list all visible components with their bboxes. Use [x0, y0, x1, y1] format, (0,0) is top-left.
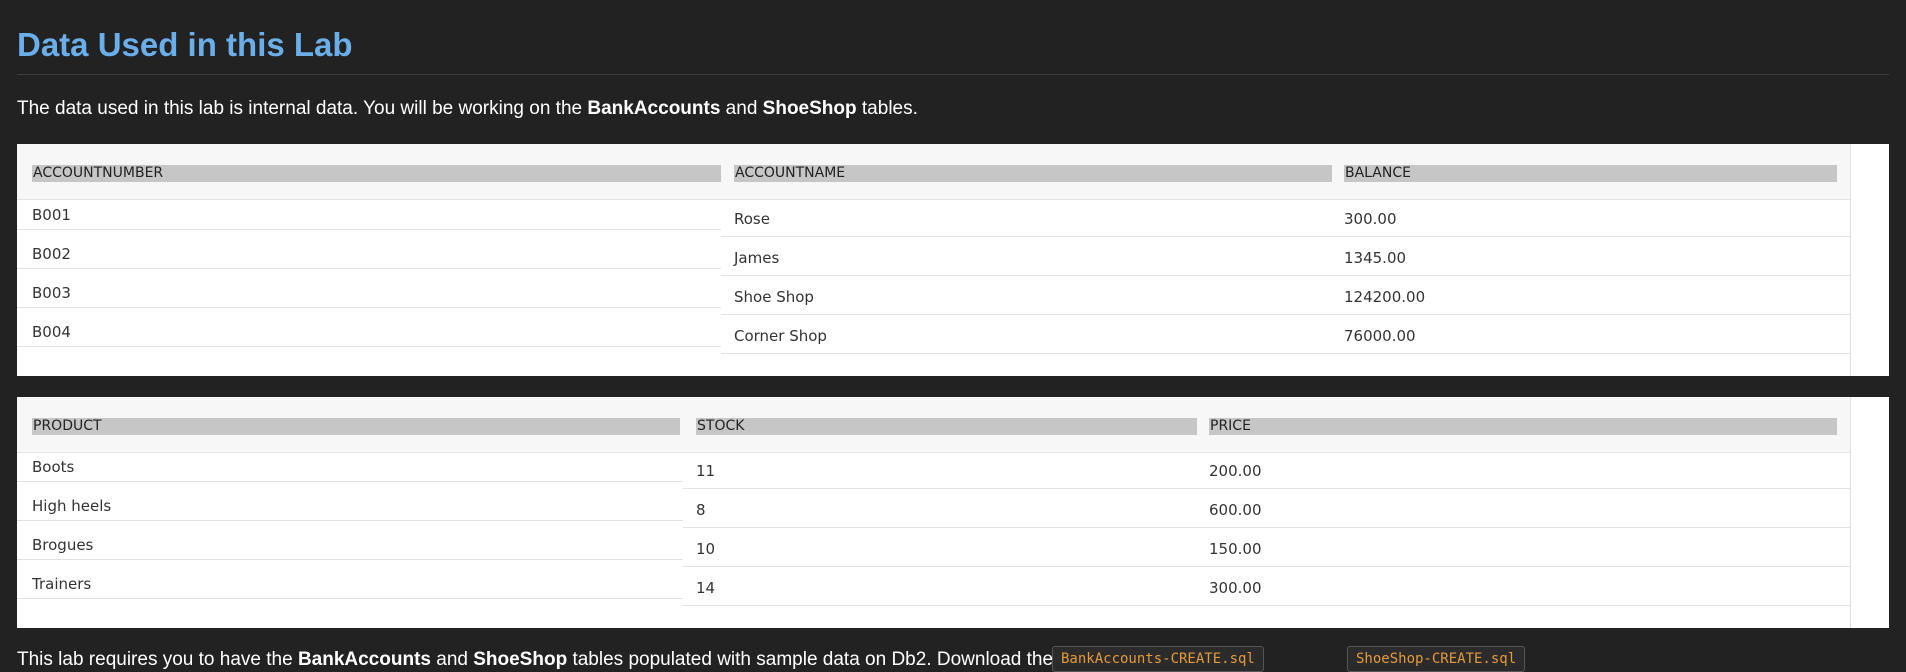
row-divider — [17, 307, 721, 308]
footer-text: and — [430, 649, 474, 670]
row-divider — [17, 481, 683, 482]
row-divider — [17, 268, 721, 269]
footer-text: tables populated with sample data on Db2… — [567, 649, 1054, 670]
table-cell: Brogues — [32, 536, 94, 554]
shoeshop-create-sql-link[interactable]: ShoeShop-CREATE.sql — [1347, 646, 1526, 672]
table-cell: High heels — [32, 497, 112, 515]
table-cell: 11 — [696, 462, 716, 480]
table-cell: 150.00 — [1209, 540, 1262, 558]
row-divider — [721, 275, 1851, 276]
bank-accounts-table: ACCOUNTNUMBER ACCOUNTNAME BALANCE B001 B… — [17, 144, 1889, 376]
table-cell: B003 — [32, 284, 71, 302]
column-header-product[interactable]: PRODUCT — [32, 418, 680, 435]
row-divider — [721, 236, 1851, 237]
table-cell: 8 — [696, 501, 706, 519]
table-cell: Boots — [32, 458, 75, 476]
table-cell: 124200.00 — [1344, 288, 1426, 306]
table-cell: 300.00 — [1344, 210, 1397, 228]
bankaccounts-create-sql-link[interactable]: BankAccounts-CREATE.sql — [1052, 646, 1264, 672]
footer-bold-shoeshop: ShoeShop — [473, 649, 568, 670]
table-cell: 10 — [696, 540, 716, 558]
row-divider — [721, 353, 1851, 354]
table-cell: 600.00 — [1209, 501, 1262, 519]
column-header-price[interactable]: PRICE — [1209, 418, 1837, 435]
column-header-accountname[interactable]: ACCOUNTNAME — [734, 165, 1332, 182]
row-divider — [17, 559, 683, 560]
setup-paragraph: This lab requires you to have the BankAc… — [17, 648, 1053, 672]
table-cell: B004 — [32, 323, 71, 341]
row-divider — [17, 346, 721, 347]
row-divider — [683, 488, 1851, 489]
intro-text-pre: The data used in this lab is internal da… — [17, 98, 588, 119]
table-cell: B002 — [32, 245, 71, 263]
table-cell: 300.00 — [1209, 579, 1262, 597]
column-header-accountnumber[interactable]: ACCOUNTNUMBER — [32, 165, 721, 182]
table-cell: Corner Shop — [734, 327, 827, 345]
row-divider — [17, 520, 683, 521]
intro-table1-name: BankAccounts — [587, 98, 721, 119]
table-cell: 76000.00 — [1344, 327, 1416, 345]
row-divider — [683, 605, 1851, 606]
column-header-stock[interactable]: STOCK — [696, 418, 1197, 435]
intro-paragraph: The data used in this lab is internal da… — [17, 97, 918, 121]
table-cell: Trainers — [32, 575, 92, 593]
table-scroll-region[interactable] — [1850, 397, 1889, 628]
intro-text-post: tables. — [856, 98, 918, 119]
table-scroll-region[interactable] — [1850, 144, 1889, 376]
table-cell: B001 — [32, 206, 71, 224]
row-divider — [683, 527, 1851, 528]
row-divider — [683, 566, 1851, 567]
page-title: Data Used in this Lab — [17, 26, 353, 63]
footer-bold-bankaccounts: BankAccounts — [297, 649, 431, 670]
row-divider — [721, 314, 1851, 315]
footer-text: This lab requires you to have the — [17, 649, 298, 670]
row-divider — [17, 229, 721, 230]
table-cell: Shoe Shop — [734, 288, 814, 306]
intro-text-mid: and — [720, 98, 763, 119]
heading-divider — [17, 74, 1889, 75]
table-cell: James — [734, 249, 780, 267]
table-cell: 14 — [696, 579, 716, 597]
shoe-shop-table: PRODUCT STOCK PRICE Boots High heels Bro… — [17, 397, 1889, 628]
table-cell: 200.00 — [1209, 462, 1262, 480]
row-divider — [17, 598, 683, 599]
intro-table2-name: ShoeShop — [762, 98, 857, 119]
table-cell: Rose — [734, 210, 770, 228]
table-cell: 1345.00 — [1344, 249, 1407, 267]
column-header-balance[interactable]: BALANCE — [1344, 165, 1837, 182]
